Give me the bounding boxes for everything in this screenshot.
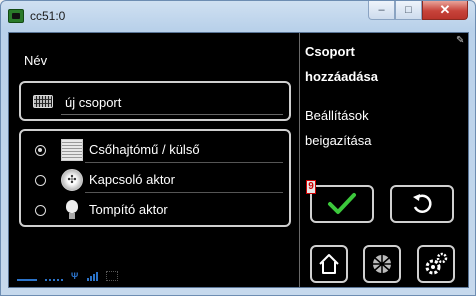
checkmark-icon xyxy=(328,193,356,214)
network-button[interactable] xyxy=(363,245,401,283)
network-icon xyxy=(45,271,63,281)
minimize-button[interactable]: – xyxy=(368,1,395,20)
group-name-value: új csoport xyxy=(65,95,122,110)
status-bar: Ψ xyxy=(17,269,118,283)
settings-adjust-link[interactable]: Beállítások beigazítása xyxy=(305,103,455,153)
settings-line1: Beállítások xyxy=(305,108,369,123)
connection-icon xyxy=(17,271,37,281)
title-bar[interactable]: cc51:0 – □ ✕ xyxy=(0,0,476,32)
settings-line2: beigazítása xyxy=(305,133,372,148)
radio-tompito[interactable] xyxy=(35,205,46,216)
back-button[interactable] xyxy=(390,185,454,223)
confirm-button[interactable] xyxy=(310,185,374,223)
keyboard-icon[interactable] xyxy=(33,95,53,108)
globe-icon xyxy=(373,255,391,273)
panel-title-line2: hozzáadása xyxy=(305,69,378,84)
gear-icon xyxy=(425,252,448,275)
bulb-icon xyxy=(61,199,83,221)
antenna-icon: Ψ xyxy=(71,271,79,281)
option-label: Kapcsoló aktor xyxy=(89,172,175,187)
home-icon xyxy=(319,254,339,274)
back-arrow-icon xyxy=(413,194,432,213)
option-label: Tompító aktor xyxy=(89,202,168,217)
topology-icon xyxy=(106,271,118,281)
name-label: Név xyxy=(24,53,48,68)
row-underline xyxy=(85,192,283,193)
signal-strength-icon xyxy=(87,271,98,281)
home-button[interactable] xyxy=(310,245,348,283)
badge: 9 xyxy=(306,180,316,194)
app-icon xyxy=(8,9,24,23)
row-underline xyxy=(85,162,283,163)
panel-divider xyxy=(299,33,300,287)
blind-icon xyxy=(61,139,83,161)
panel-title: Csoport hozzáadása xyxy=(305,39,455,89)
window-title: cc51:0 xyxy=(30,9,66,23)
client-area: Név új csoport Csőhajtómű / külső ✣ Kapc… xyxy=(8,32,469,288)
maximize-button[interactable]: □ xyxy=(395,1,422,20)
group-name-field[interactable]: új csoport xyxy=(19,81,291,121)
option-row-csohajtomu[interactable]: Csőhajtómű / külső xyxy=(21,137,289,163)
switch-icon: ✣ xyxy=(61,169,83,191)
panel-title-line1: Csoport xyxy=(305,44,355,59)
radio-kapcsolo[interactable] xyxy=(35,175,46,186)
option-row-kapcsolo[interactable]: ✣ Kapcsoló aktor xyxy=(21,167,289,193)
option-row-tompito[interactable]: Tompító aktor xyxy=(21,197,289,223)
group-type-radio-group: Csőhajtómű / külső ✣ Kapcsoló aktor Tomp… xyxy=(19,129,291,227)
input-underline xyxy=(61,114,283,115)
settings-button[interactable] xyxy=(417,245,455,283)
pencil-icon: ✎ xyxy=(456,35,465,46)
option-label: Csőhajtómű / külső xyxy=(89,142,200,157)
close-button[interactable]: ✕ xyxy=(422,1,468,20)
window-controls: – □ ✕ xyxy=(368,1,468,20)
radio-csohajtomu[interactable] xyxy=(35,145,46,156)
